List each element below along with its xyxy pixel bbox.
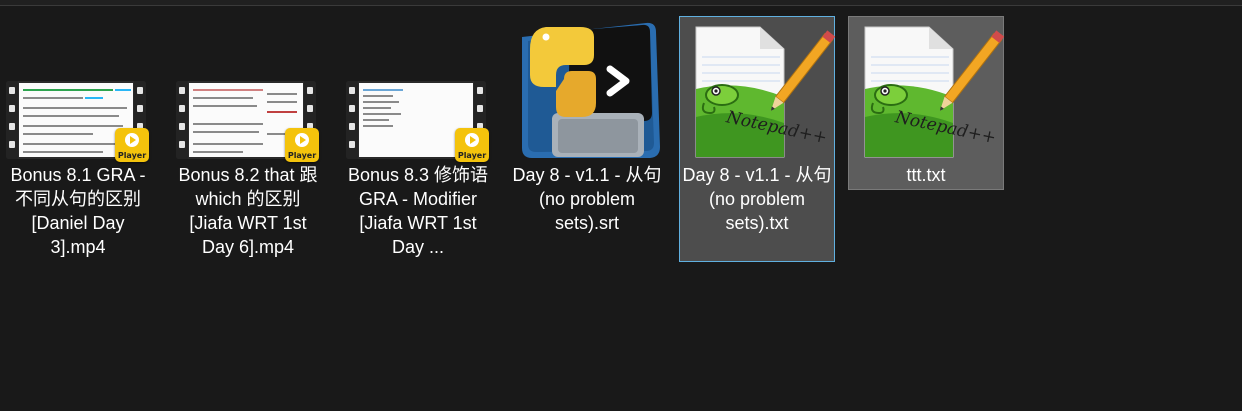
file-item[interactable]: Player Bonus 8.1 GRA - 不同从句的区别 [Daniel D… bbox=[0, 16, 156, 262]
video-thumbnail: Player bbox=[171, 17, 327, 162]
file-name: Day 8 - v1.1 - 从句 (no problem sets).srt bbox=[512, 165, 662, 233]
file-item[interactable]: Player Bonus 8.2 that 跟 which 的区别 [Jiafa… bbox=[170, 16, 326, 262]
player-badge-icon: Player bbox=[455, 128, 489, 162]
file-name: Bonus 8.3 修饰语GRA - Modifier [Jiafa WRT 1… bbox=[347, 165, 489, 257]
file-name: Bonus 8.1 GRA - 不同从句的区别 [Daniel Day 3].m… bbox=[10, 165, 146, 257]
python-file-icon bbox=[510, 17, 666, 162]
notepad-file-icon: Notepad++ bbox=[849, 17, 1005, 162]
file-item[interactable]: Day 8 - v1.1 - 从句 (no problem sets).srt bbox=[509, 16, 665, 262]
file-item-selected[interactable]: Notepad++ Day 8 - v1.1 - 从句 (no problem … bbox=[679, 16, 836, 262]
file-item-selected[interactable]: Notepad++ ttt.txt bbox=[848, 16, 1005, 190]
file-name: Bonus 8.2 that 跟 which 的区别 [Jiafa WRT 1s… bbox=[178, 165, 318, 257]
player-badge-icon: Player bbox=[115, 128, 149, 162]
video-thumbnail: Player bbox=[341, 17, 497, 162]
file-item[interactable]: Player Bonus 8.3 修饰语GRA - Modifier [Jiaf… bbox=[340, 16, 496, 262]
file-grid: Player Bonus 8.1 GRA - 不同从句的区别 [Daniel D… bbox=[0, 0, 1242, 411]
file-name: ttt.txt bbox=[906, 165, 946, 185]
video-thumbnail: Player bbox=[1, 17, 157, 162]
file-name: Day 8 - v1.1 - 从句 (no problem sets).txt bbox=[682, 165, 832, 233]
notepad-file-icon: Notepad++ bbox=[680, 17, 836, 162]
player-badge-icon: Player bbox=[285, 128, 319, 162]
